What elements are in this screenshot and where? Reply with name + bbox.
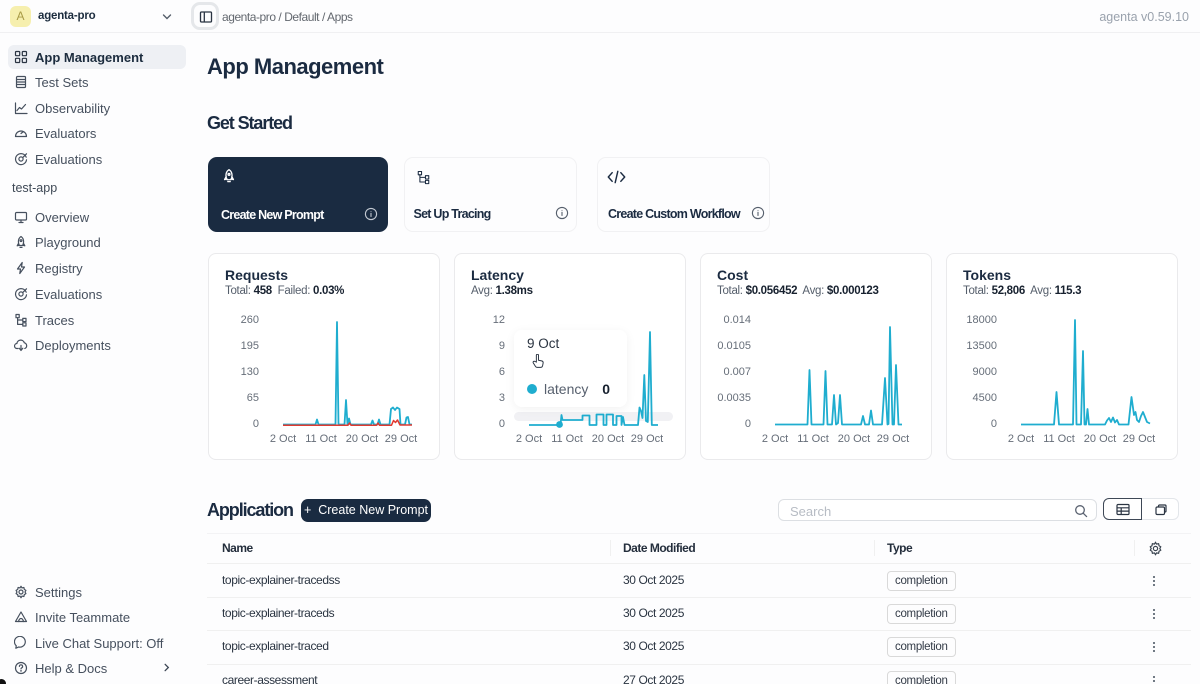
svg-text:20 Oct: 20 Oct <box>592 433 624 445</box>
svg-text:2 Oct: 2 Oct <box>1008 433 1034 445</box>
svg-text:29 Oct: 29 Oct <box>631 433 663 445</box>
svg-text:29 Oct: 29 Oct <box>1123 433 1155 445</box>
svg-text:6: 6 <box>499 366 505 378</box>
svg-text:29 Oct: 29 Oct <box>385 433 417 445</box>
svg-text:2 Oct: 2 Oct <box>516 433 542 445</box>
svg-text:0.0035: 0.0035 <box>717 392 751 404</box>
svg-text:3: 3 <box>499 392 505 404</box>
svg-text:0.014: 0.014 <box>723 314 751 326</box>
svg-text:130: 130 <box>241 366 259 378</box>
svg-text:11 Oct: 11 Oct <box>305 433 337 445</box>
svg-text:20 Oct: 20 Oct <box>1084 433 1116 445</box>
svg-text:0: 0 <box>253 418 259 430</box>
svg-text:65: 65 <box>247 392 259 404</box>
svg-text:0: 0 <box>991 418 997 430</box>
svg-text:20 Oct: 20 Oct <box>838 433 870 445</box>
svg-text:4500: 4500 <box>973 392 997 404</box>
svg-text:9000: 9000 <box>973 366 997 378</box>
svg-text:2 Oct: 2 Oct <box>762 433 788 445</box>
svg-text:9: 9 <box>499 340 505 352</box>
svg-text:0.0105: 0.0105 <box>717 340 751 352</box>
svg-text:29 Oct: 29 Oct <box>877 433 909 445</box>
svg-text:11 Oct: 11 Oct <box>797 433 829 445</box>
svg-text:195: 195 <box>241 340 259 352</box>
svg-text:13500: 13500 <box>966 340 997 352</box>
svg-text:260: 260 <box>241 314 259 326</box>
svg-text:0: 0 <box>745 418 751 430</box>
svg-text:20 Oct: 20 Oct <box>346 433 378 445</box>
svg-text:12: 12 <box>493 314 505 326</box>
svg-text:0.007: 0.007 <box>723 366 751 378</box>
svg-text:0: 0 <box>499 418 505 430</box>
svg-text:18000: 18000 <box>966 314 997 326</box>
svg-text:11 Oct: 11 Oct <box>1043 433 1075 445</box>
svg-text:11 Oct: 11 Oct <box>551 433 583 445</box>
svg-text:2 Oct: 2 Oct <box>270 433 296 445</box>
